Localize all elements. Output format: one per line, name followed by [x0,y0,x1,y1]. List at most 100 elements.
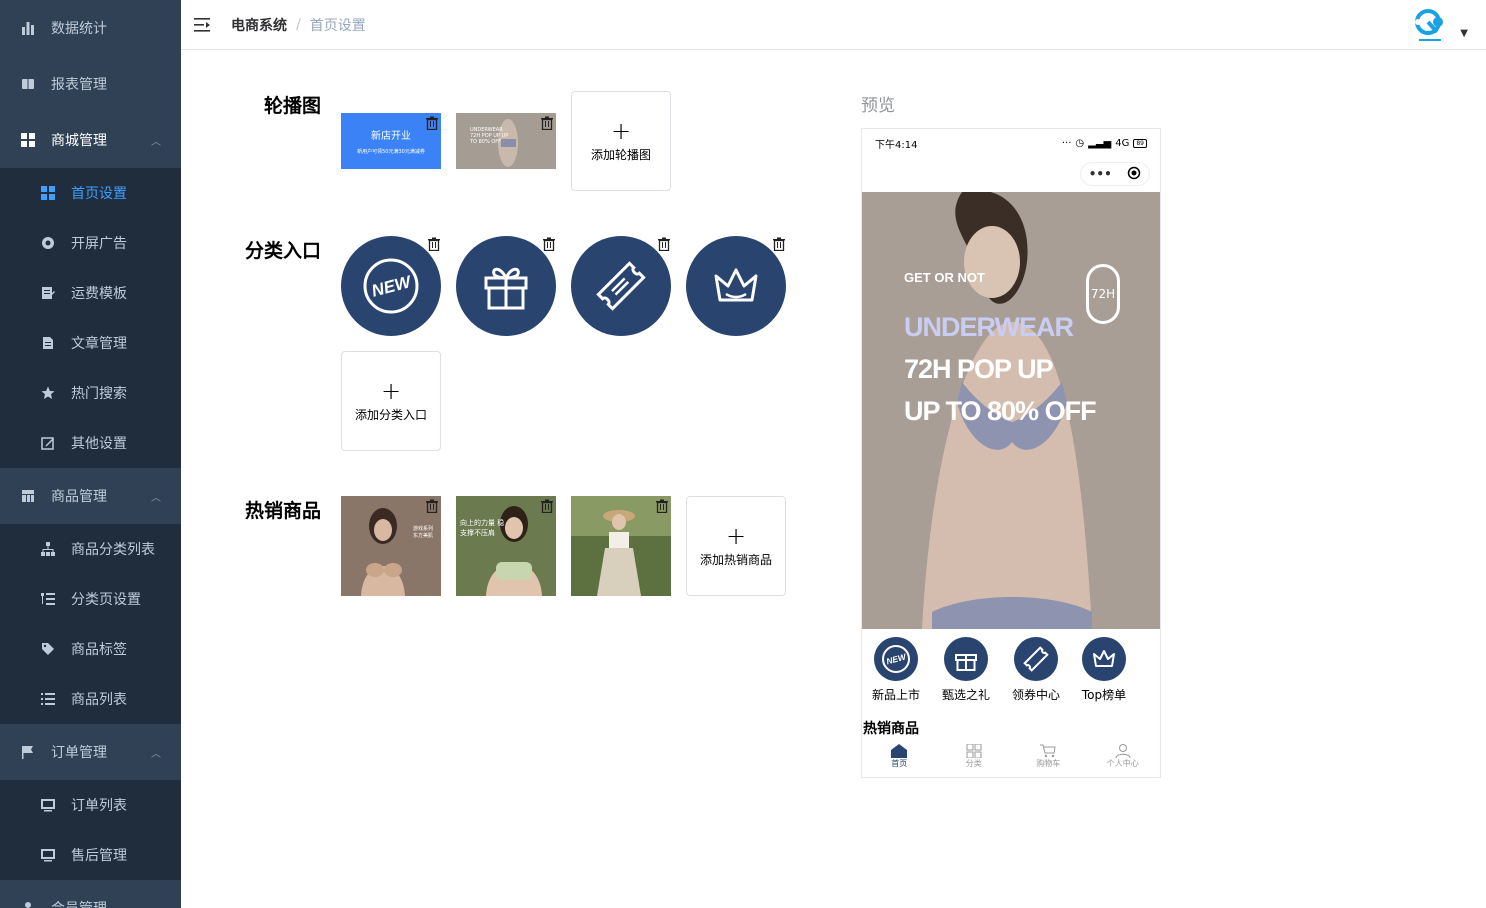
menu-members[interactable]: 会员管理 [0,880,181,908]
menu-orders[interactable]: 订单管理 ︿ [0,724,181,780]
phone-statusbar: 下午4:14 ··· ◷ ▂▃▅ 4G 89 [862,129,1160,157]
delete-icon[interactable] [772,236,786,252]
sidebar-item-other-settings[interactable]: 其他设置 [0,418,181,468]
add-hot-goods-label: 添加热销商品 [699,552,772,567]
delete-icon[interactable] [655,498,669,514]
avatar[interactable] [1410,6,1451,46]
product-caption: 向上的力量 稳支撑不压肩 [460,519,505,537]
report-icon [20,76,36,92]
preview-banner[interactable]: GET OR NOT UNDERWEAR 72H POP UP UP TO 80… [862,192,1160,629]
user-icon [1115,743,1131,758]
tab-cart[interactable]: 购物车 [1011,735,1086,777]
banner-badge: 72H [1086,264,1120,324]
caret-down-icon[interactable]: ▼ [1460,28,1468,39]
svg-text:NEW: NEW [885,651,908,666]
menu-report[interactable]: 报表管理 [0,56,181,112]
preview-category-gift[interactable]: 甄选之礼 [938,637,994,703]
aperture-icon [40,235,56,251]
carousel-thumb-1[interactable]: 新店开业 新用户可领50元满30元满减券 [341,113,441,169]
grid-icon [40,185,56,201]
document-icon [40,335,56,351]
menu-label: 会员管理 [51,898,107,908]
plus-icon: + [725,521,747,550]
category-grid-icon [966,743,982,758]
menu-label: 商品列表 [71,692,127,708]
preview-title: 预览 [861,96,895,116]
delete-icon[interactable] [657,236,671,252]
signal-icon: ▂▃▅ [1088,137,1112,149]
table-icon [20,488,36,504]
sidebar-item-category-page[interactable]: 分类页设置 [0,574,181,624]
hot-goods-thumb-1[interactable]: 游戏系列 东方美肌 [341,496,441,596]
close-circle-icon[interactable] [1127,165,1141,184]
sidebar-item-order-list[interactable]: 订单列表 [0,780,181,830]
hot-goods-thumb-3[interactable] [571,496,671,596]
add-category-label: 添加分类入口 [354,407,427,422]
tab-category[interactable]: 分类 [937,735,1012,777]
tag-icon [40,641,56,657]
hot-goods-thumb-2[interactable]: 向上的力量 稳支撑不压肩 [456,496,556,596]
category-entry-coupon[interactable] [571,236,671,336]
banner-line3: UP TO 80% OFF [904,396,1097,426]
sidebar-item-hot-search[interactable]: 热门搜索 [0,368,181,418]
menu-label: 订单列表 [71,798,127,814]
tab-label: 购物车 [1036,758,1061,768]
delete-icon[interactable] [540,115,554,131]
user-dropdown[interactable]: ▼ [1410,6,1468,46]
sidebar-item-splash-ad[interactable]: 开屏广告 [0,218,181,268]
carousel-thumb-2[interactable]: UNDERWEAR 72H POP UP UP TO 80% OFF [456,113,556,169]
menu-label: 开屏广告 [71,236,127,252]
tab-label: 分类 [965,758,982,768]
tab-label: 首页 [891,758,908,768]
carousel-thumb-caption: UNDERWEAR 72H POP UP UP TO 80% OFF [470,127,509,145]
delete-icon[interactable] [542,236,556,252]
breadcrumb-home[interactable]: 电商系统 [231,15,287,35]
menu-goods[interactable]: 商品管理 ︿ [0,468,181,524]
sidebar-item-articles[interactable]: 文章管理 [0,318,181,368]
delete-icon[interactable] [540,498,554,514]
category-entry-top[interactable] [686,236,786,336]
monitor-icon [40,847,56,863]
preview-category-coupon[interactable]: 领券中心 [1008,637,1064,703]
breadcrumb: 电商系统 / 首页设置 [231,15,366,35]
chevron-up-icon: ︿ [151,748,161,760]
tab-home[interactable]: 首页 [862,735,937,777]
delete-icon[interactable] [425,115,439,131]
category-entry-gift[interactable] [456,236,556,336]
preview-category-new[interactable]: NEW 新品上市 [868,637,924,703]
sidebar-item-category-list[interactable]: 商品分类列表 [0,524,181,574]
sidebar-item-goods-list[interactable]: 商品列表 [0,674,181,724]
plus-icon: + [380,376,402,405]
category-label: 领券中心 [1011,688,1060,702]
hamburger-icon[interactable] [192,15,212,35]
add-carousel-button[interactable]: + 添加轮播图 [571,91,671,191]
section-label-category: 分类入口 [244,240,321,262]
sidebar-item-home-settings[interactable]: 首页设置 [0,168,181,218]
sidebar-item-after-sales[interactable]: 售后管理 [0,830,181,880]
delete-icon[interactable] [425,498,439,514]
chevron-up-icon: ︿ [151,492,161,504]
tab-profile[interactable]: 个人中心 [1086,735,1161,777]
bar-chart-icon [20,20,36,36]
menu-mall[interactable]: 商城管理 ︿ [0,112,181,168]
preview-category-top[interactable]: Top榜单 [1076,637,1132,703]
add-category-button[interactable]: + 添加分类入口 [341,351,441,451]
add-hot-goods-button[interactable]: + 添加热销商品 [686,496,786,596]
section-label-hot: 热销商品 [244,500,321,522]
more-icon[interactable]: ••• [1089,167,1112,181]
coupon-icon [1014,637,1058,681]
menu-data-stats[interactable]: 数据统计 [0,0,181,56]
new-badge-icon: NEW [363,258,419,314]
sidebar-item-shipping-template[interactable]: 运费模板 [0,268,181,318]
category-entry-new[interactable]: NEW [341,236,441,336]
preview-tabbar: 首页 分类 购物车 个人中心 [862,735,1160,777]
cart-icon [1040,744,1056,757]
phone-preview: 下午4:14 ··· ◷ ▂▃▅ 4G 89 ••• GET OR NOT UN… [861,128,1161,778]
main-content: 轮播图 新店开业 新用户可领50元满30元满减券 UNDERWEAR 72H P… [181,51,1486,908]
tree-icon [40,541,56,557]
menu-label: 商品标签 [71,642,127,658]
delete-icon[interactable] [427,236,441,252]
sidebar-item-goods-tag[interactable]: 商品标签 [0,624,181,674]
top-navbar: 电商系统 / 首页设置 ▼ [181,0,1486,50]
miniapp-capsule[interactable]: ••• [1080,162,1150,186]
